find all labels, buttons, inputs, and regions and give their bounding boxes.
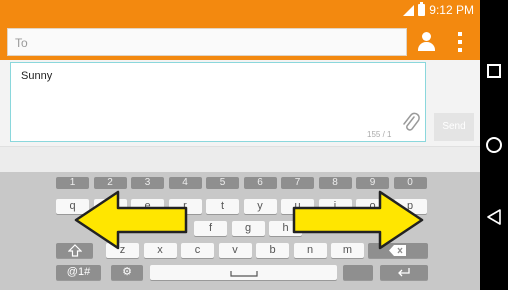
battery-icon [418, 2, 426, 16]
key-label: 8 [332, 177, 338, 188]
key-label: 1 [69, 177, 76, 188]
to-placeholder: To [15, 36, 28, 50]
key-label: 2 [107, 177, 113, 188]
symbols-label: @1# [66, 266, 91, 278]
status-bar: 9:12 PM [0, 0, 480, 22]
enter-key[interactable] [380, 265, 428, 280]
key-label: 7 [294, 177, 301, 188]
navigation-bar [480, 0, 508, 290]
messaging-screen: 9:12 PM To Sunny 155 / 1 Send 1 2 3 4 5 6 7 8 9 0… [0, 0, 480, 290]
message-field[interactable]: Sunny 155 / 1 [10, 62, 426, 142]
key-label: 5 [219, 177, 226, 188]
divider-band [0, 146, 480, 172]
char-counter: 155 / 1 [367, 130, 392, 139]
send-button[interactable]: Send [434, 113, 474, 141]
recent-apps-icon[interactable] [487, 64, 501, 78]
recipient-header: To [0, 22, 480, 60]
overflow-menu-button[interactable] [452, 30, 468, 54]
right-arrow-icon [292, 190, 424, 250]
left-arrow-icon [74, 190, 188, 250]
space-key[interactable] [150, 265, 337, 280]
key-label: 9 [369, 177, 376, 188]
message-text: Sunny [21, 70, 53, 82]
home-icon[interactable] [486, 137, 502, 153]
period-key[interactable] [343, 265, 373, 280]
attach-icon[interactable] [400, 112, 422, 136]
key-label: 3 [144, 177, 151, 188]
back-icon[interactable] [487, 209, 501, 225]
contact-icon [422, 32, 431, 41]
signal-icon [403, 4, 415, 16]
swipe-arrows [74, 190, 424, 250]
to-field[interactable]: To [7, 28, 407, 56]
key-label: 4 [182, 177, 188, 188]
key-label: 0 [407, 177, 413, 188]
key-label: 6 [257, 177, 263, 188]
status-time: 9:12 PM [429, 3, 474, 17]
settings-key[interactable]: ⚙ [111, 265, 143, 280]
symbols-key[interactable]: @1# [56, 265, 101, 280]
gear-icon: ⚙ [122, 266, 132, 278]
add-contact-button[interactable] [414, 28, 438, 56]
